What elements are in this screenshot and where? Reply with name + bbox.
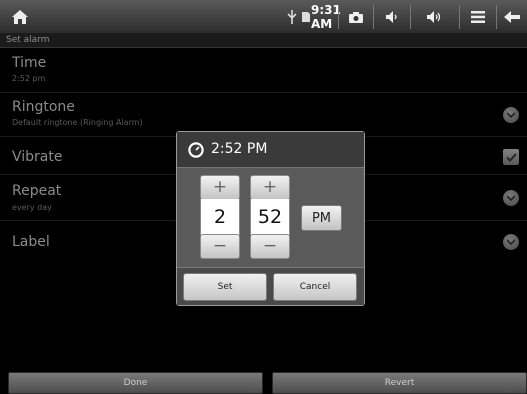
hour-value[interactable]: 2 — [200, 199, 240, 235]
screen-title-bar: Set alarm — [0, 34, 527, 48]
usb-icon — [285, 0, 299, 34]
status-bar: 9:31 AM — [0, 0, 527, 34]
camera-icon — [349, 11, 363, 23]
clock-icon — [188, 142, 204, 158]
back-button[interactable] — [497, 0, 527, 34]
hour-increment-button[interactable]: + — [200, 175, 240, 200]
done-button[interactable]: Done — [8, 372, 263, 394]
volume-down-icon — [386, 11, 397, 23]
cancel-button[interactable]: Cancel — [273, 273, 357, 301]
screen-title: Set alarm — [6, 35, 50, 45]
minute-decrement-button[interactable]: − — [250, 234, 290, 259]
hour-decrement-button[interactable]: − — [200, 234, 240, 259]
volume-up-button[interactable] — [411, 0, 459, 34]
home-icon — [12, 10, 28, 24]
minute-value[interactable]: 52 — [250, 199, 290, 235]
minute-picker: + 52 − — [250, 175, 290, 259]
dialog-footer: Set Cancel — [177, 267, 364, 305]
camera-button[interactable] — [339, 0, 373, 34]
set-button[interactable]: Set — [183, 273, 267, 301]
volume-down-button[interactable] — [374, 0, 410, 34]
revert-button[interactable]: Revert — [272, 372, 527, 394]
hour-picker: + 2 − — [200, 175, 240, 259]
menu-button[interactable] — [460, 0, 496, 34]
home-button[interactable] — [4, 0, 36, 34]
time-picker-dialog: 2:52 PM + 2 − + 52 − PM Set Cancel — [176, 131, 365, 306]
menu-icon — [471, 11, 485, 23]
volume-up-icon — [427, 11, 441, 23]
back-icon — [504, 11, 520, 23]
ampm-toggle-button[interactable]: PM — [301, 205, 342, 231]
minute-increment-button[interactable]: + — [250, 175, 290, 200]
dialog-header: 2:52 PM — [177, 132, 364, 168]
dialog-title: 2:52 PM — [211, 141, 268, 157]
